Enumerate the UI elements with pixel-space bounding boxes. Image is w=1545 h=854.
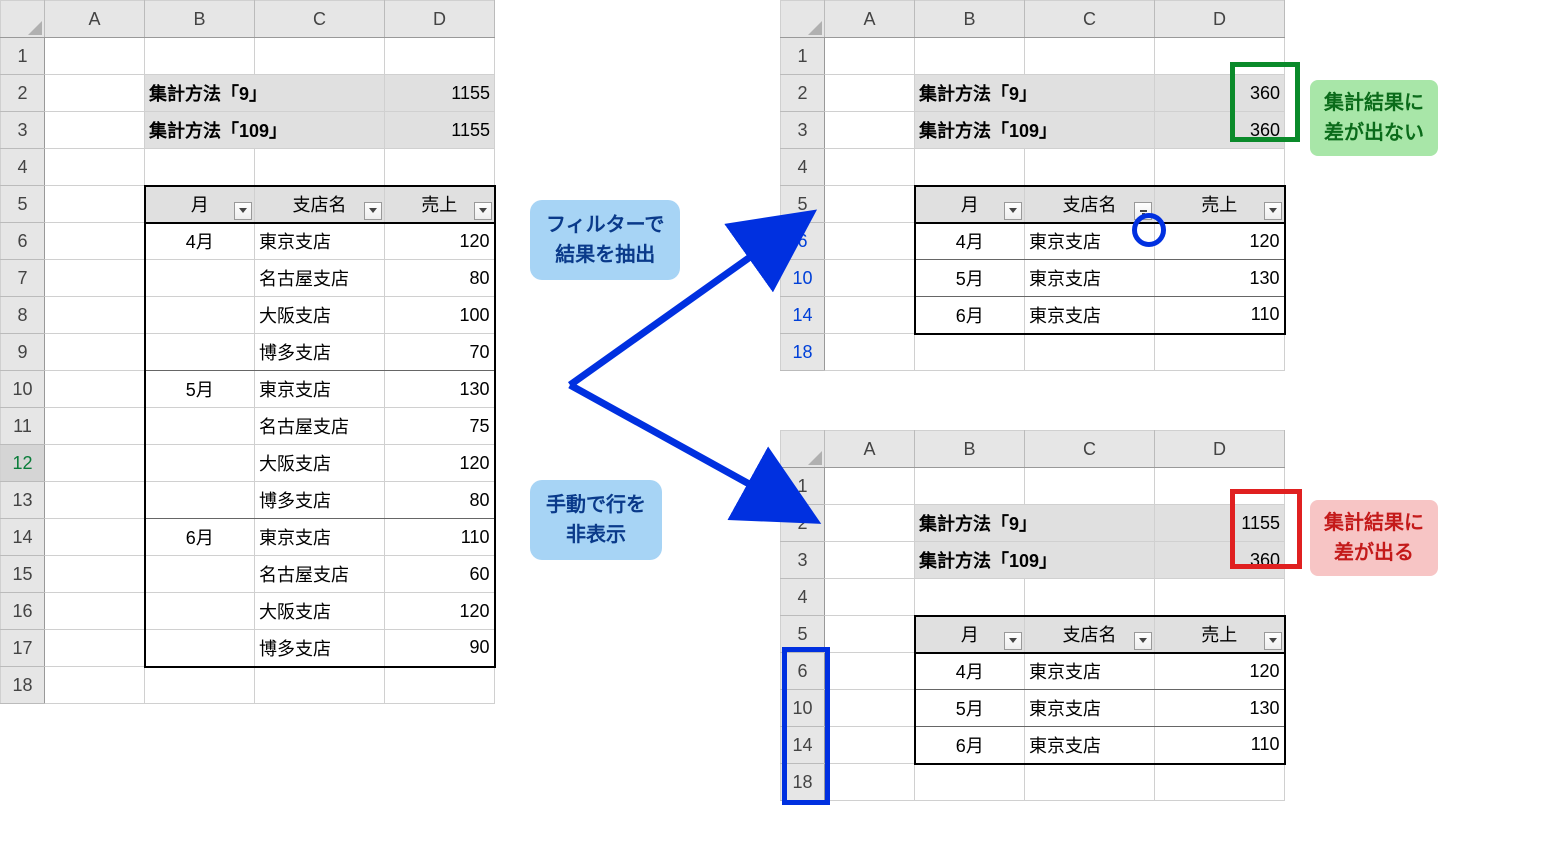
row-header[interactable]: 3 [781, 112, 825, 149]
row-header[interactable]: 10 [1, 371, 45, 408]
filter-dropdown-icon[interactable] [1134, 202, 1152, 220]
row-header[interactable]: 8 [1, 297, 45, 334]
row-header[interactable]: 12 [1, 445, 45, 482]
row-header[interactable]: 4 [1, 149, 45, 186]
spreadsheet-left: A B C D 12集計方法「9」11553集計方法「109」115545月支店… [0, 0, 496, 704]
col-header-b[interactable]: B [145, 1, 255, 38]
row-header[interactable]: 4 [781, 579, 825, 616]
row-header[interactable]: 17 [1, 630, 45, 667]
note-diff: 集計結果に 差が出る [1310, 500, 1438, 576]
filter-dropdown-icon[interactable] [474, 202, 492, 220]
row-header[interactable]: 5 [1, 186, 45, 223]
row-header[interactable]: 11 [1, 408, 45, 445]
filter-dropdown-icon[interactable] [1004, 632, 1022, 650]
col-header-d[interactable]: D [1155, 1, 1285, 38]
row-header[interactable]: 15 [1, 556, 45, 593]
col-header-d[interactable]: D [1155, 431, 1285, 468]
col-header-b[interactable]: B [915, 1, 1025, 38]
row-header[interactable]: 14 [1, 519, 45, 556]
col-header-b[interactable]: B [915, 431, 1025, 468]
arrows-group [560, 220, 790, 550]
row-header[interactable]: 14 [781, 727, 825, 764]
filter-dropdown-icon[interactable] [234, 202, 252, 220]
col-header-a[interactable]: A [825, 431, 915, 468]
row-header[interactable]: 18 [1, 667, 45, 704]
select-all-corner[interactable] [1, 1, 45, 38]
spreadsheet-bottom-right: A B C D 12集計方法「9」11553集計方法「109」36045月支店名… [780, 430, 1286, 801]
row-header[interactable]: 2 [781, 75, 825, 112]
col-header-c[interactable]: C [1025, 1, 1155, 38]
col-header-a[interactable]: A [825, 1, 915, 38]
note-no-diff: 集計結果に 差が出ない [1310, 80, 1438, 156]
row-header[interactable]: 6 [781, 653, 825, 690]
row-header[interactable]: 5 [781, 616, 825, 653]
filter-dropdown-icon[interactable] [1004, 202, 1022, 220]
row-header[interactable]: 1 [1, 38, 45, 75]
row-header[interactable]: 1 [781, 38, 825, 75]
row-header[interactable]: 13 [1, 482, 45, 519]
col-header-a[interactable]: A [45, 1, 145, 38]
row-header[interactable]: 5 [781, 186, 825, 223]
spreadsheet-top-right: A B C D 12集計方法「9」3603集計方法「109」36045月支店名売… [780, 0, 1286, 371]
filter-dropdown-icon[interactable] [1264, 632, 1282, 650]
row-header[interactable]: 18 [781, 764, 825, 801]
row-header[interactable]: 2 [1, 75, 45, 112]
row-header[interactable]: 6 [1, 223, 45, 260]
row-header[interactable]: 3 [1, 112, 45, 149]
row-header[interactable]: 4 [781, 149, 825, 186]
col-header-c[interactable]: C [1025, 431, 1155, 468]
col-header-d[interactable]: D [385, 1, 495, 38]
col-header-c[interactable]: C [255, 1, 385, 38]
row-header[interactable]: 16 [1, 593, 45, 630]
row-header[interactable]: 10 [781, 690, 825, 727]
filter-dropdown-icon[interactable] [364, 202, 382, 220]
row-header[interactable]: 9 [1, 334, 45, 371]
row-header[interactable]: 7 [1, 260, 45, 297]
filter-dropdown-icon[interactable] [1264, 202, 1282, 220]
select-all-corner[interactable] [781, 1, 825, 38]
filter-dropdown-icon[interactable] [1134, 632, 1152, 650]
